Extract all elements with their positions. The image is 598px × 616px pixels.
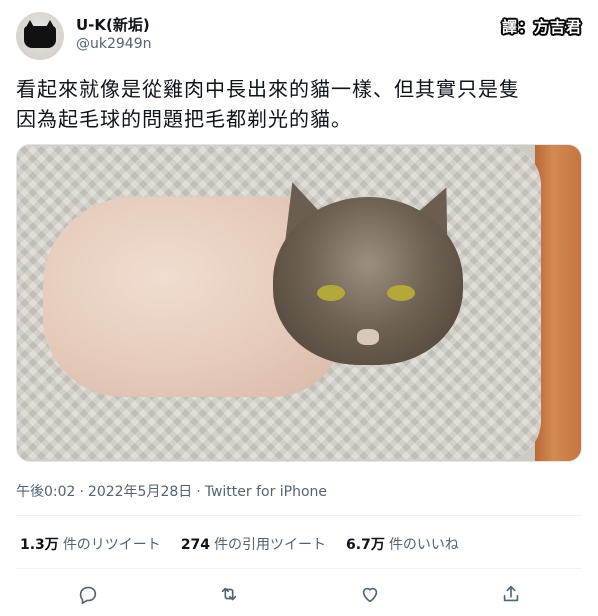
tweet-date[interactable]: 2022年5月28日	[88, 484, 192, 500]
likes-label: 件のいいね	[388, 537, 459, 553]
quotes-label: 件の引用ツイート	[214, 537, 327, 553]
avatar-cat-silhouette	[24, 26, 56, 48]
retweets-count: 1.3万	[20, 537, 59, 553]
translator-badge: 譯：方吉君	[501, 18, 582, 36]
divider	[16, 568, 582, 569]
photo-cat-muzzle	[357, 329, 379, 345]
user-avatar[interactable]	[16, 12, 64, 60]
tweet-text-line-1: 看起來就像是從雞肉中長出來的貓一樣、但其實只是隻	[16, 77, 520, 101]
tweet-source[interactable]: Twitter for iPhone	[205, 484, 327, 500]
reply-button[interactable]	[74, 580, 102, 608]
heart-icon	[362, 587, 378, 603]
quotes-count: 274	[180, 537, 211, 553]
tweet-photo[interactable]	[16, 144, 582, 462]
engagement-stats: 1.3万 件のリツイート 274 件の引用ツイート 6.7万 件のいいね	[20, 534, 459, 554]
like-button[interactable]	[356, 580, 384, 608]
photo-cat-eye-right	[387, 285, 415, 301]
retweets-label: 件のリツイート	[62, 537, 161, 553]
likes-stat[interactable]: 6.7万 件のいいね	[346, 534, 459, 554]
retweets-stat[interactable]: 1.3万 件のリツイート	[20, 534, 161, 554]
share-icon	[503, 585, 519, 602]
tweet-text: 看起來就像是從雞肉中長出來的貓一樣、但其實只是隻 因為起毛球的問題把毛都剃光的貓…	[16, 74, 582, 134]
tweet-time[interactable]: 午後0:02	[16, 484, 75, 500]
share-button[interactable]	[497, 580, 525, 608]
display-name[interactable]: U-K(新垢)	[76, 14, 150, 35]
quotes-stat[interactable]: 274 件の引用ツイート	[181, 534, 326, 554]
retweet-icon	[221, 587, 237, 601]
divider	[16, 515, 582, 516]
meta-separator: ·	[196, 484, 201, 500]
reply-icon	[79, 586, 97, 604]
photo-wood-floor	[535, 145, 581, 461]
meta-separator: ·	[79, 484, 84, 500]
tweet-actions	[0, 576, 598, 612]
tweet-meta: 午後0:02 · 2022年5月28日 · Twitter for iPhone	[16, 481, 327, 501]
likes-count: 6.7万	[346, 537, 385, 553]
retweet-button[interactable]	[215, 580, 243, 608]
photo-cat-eye-left	[317, 285, 345, 301]
user-handle[interactable]: @uk2949n	[76, 36, 151, 52]
tweet-text-line-2: 因為起毛球的問題把毛都剃光的貓。	[16, 107, 352, 131]
